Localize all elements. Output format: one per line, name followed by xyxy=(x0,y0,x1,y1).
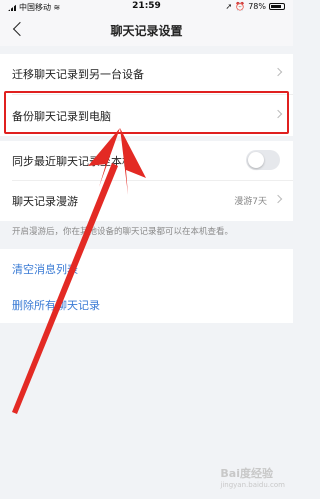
sync-recent-label: 同步最近聊天记录至本机 xyxy=(12,155,133,168)
chevron-right-icon xyxy=(273,194,283,204)
location-icon: ➚ xyxy=(225,2,233,11)
chevron-right-icon xyxy=(273,67,283,77)
delete-all-records-row[interactable]: 删除所有聊天记录 xyxy=(0,285,293,323)
status-bar: 中国移动 ≋ 21:59 ➚ ⏰ 78% xyxy=(0,0,293,14)
clear-message-list-row[interactable]: 清空消息列表 xyxy=(0,249,293,287)
status-right: ➚ ⏰ 78% xyxy=(226,2,285,11)
roaming-label: 聊天记录漫游 xyxy=(12,195,78,208)
battery-icon xyxy=(269,3,285,10)
roaming-hint: 开启漫游后，你在其他设备的聊天记录都可以在本机查看。 xyxy=(12,227,234,237)
sync-recent-row: 同步最近聊天记录至本机 xyxy=(0,141,293,179)
settings-group-clear: 清空消息列表 xyxy=(0,249,293,287)
roaming-value: 漫游7天 xyxy=(234,197,267,207)
clear-message-list-label: 清空消息列表 xyxy=(12,263,78,276)
highlight-box xyxy=(4,91,289,134)
settings-group-delete: 删除所有聊天记录 xyxy=(0,285,293,323)
settings-group-sync: 同步最近聊天记录至本机 聊天记录漫游 漫游7天 xyxy=(0,141,293,221)
sync-toggle[interactable] xyxy=(246,150,280,170)
roaming-row[interactable]: 聊天记录漫游 漫游7天 xyxy=(0,181,293,219)
toggle-knob xyxy=(248,152,264,168)
migrate-records-row[interactable]: 迁移聊天记录到另一台设备 xyxy=(0,54,293,92)
delete-all-records-label: 删除所有聊天记录 xyxy=(12,299,100,312)
alarm-icon: ⏰ xyxy=(235,2,246,11)
watermark: Bai度经验 jingyan.baidu.com xyxy=(220,467,285,489)
battery-percent: 78% xyxy=(248,2,266,11)
page-title: 聊天记录设置 xyxy=(110,24,183,38)
nav-bar: 聊天记录设置 xyxy=(0,14,293,46)
migrate-records-label: 迁移聊天记录到另一台设备 xyxy=(12,68,144,81)
